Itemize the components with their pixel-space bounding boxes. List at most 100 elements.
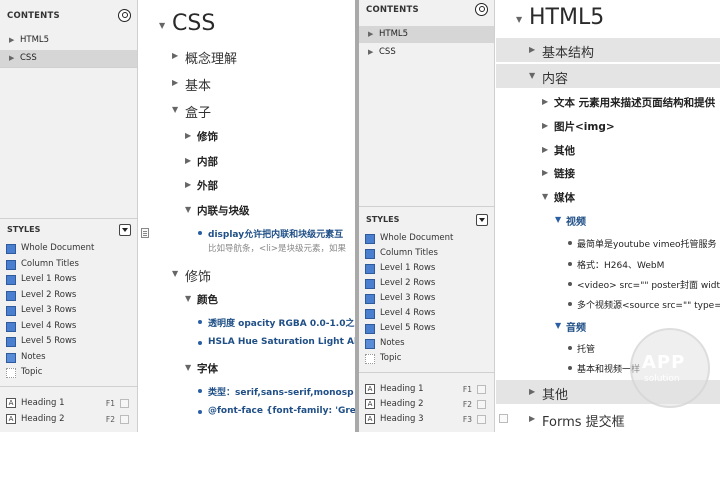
format-checkbox[interactable]: [120, 415, 129, 424]
row-checkbox[interactable]: [499, 414, 508, 423]
outline-row[interactable]: 类型：serif,sans-serif,monosp: [139, 383, 355, 399]
style-level-4-rows[interactable]: Level 4 Rows: [359, 306, 494, 321]
collapsed-triangle-icon[interactable]: ▶: [542, 168, 548, 177]
document-title-row[interactable]: ▼ HTML5: [496, 4, 720, 34]
outline-row[interactable]: ▶ 基本: [139, 73, 355, 93]
style-level-2-rows[interactable]: Level 2 Rows: [359, 276, 494, 291]
style-swatch-icon: [6, 368, 16, 378]
style-notes[interactable]: Notes: [0, 350, 137, 365]
collapsed-triangle-icon[interactable]: ▶: [172, 78, 178, 87]
expanded-triangle-icon[interactable]: ▼: [516, 15, 522, 24]
style-column-titles[interactable]: Column Titles: [0, 257, 137, 272]
format-checkbox[interactable]: [477, 415, 486, 424]
disclosure-triangle-icon[interactable]: ▶: [9, 32, 14, 49]
style-level-1-rows[interactable]: Level 1 Rows: [0, 272, 137, 287]
outline-row[interactable]: ▼ 盒子: [139, 100, 355, 120]
expanded-triangle-icon[interactable]: ▼: [185, 205, 191, 214]
style-level-5-rows[interactable]: Level 5 Rows: [0, 334, 137, 349]
expanded-triangle-icon[interactable]: ▼: [555, 321, 561, 330]
outline-row[interactable]: ▼ 视频: [496, 211, 720, 229]
format-heading-2[interactable]: A Heading 2 F2: [359, 397, 494, 412]
style-whole-document[interactable]: Whole Document: [0, 241, 137, 256]
outline-row[interactable]: ▼ 颜色: [139, 290, 355, 308]
styles-menu-button[interactable]: [476, 214, 488, 226]
outline-row[interactable]: 透明度 opacity RGBA 0.0-1.0之: [139, 314, 355, 330]
styles-menu-button[interactable]: [119, 224, 131, 236]
outline-row[interactable]: ▼ 媒体: [496, 188, 720, 206]
collapsed-triangle-icon[interactable]: ▶: [529, 414, 535, 423]
style-swatch-icon: [6, 244, 16, 254]
expanded-triangle-icon[interactable]: ▼: [542, 192, 548, 201]
expanded-triangle-icon[interactable]: ▼: [172, 269, 178, 278]
doc-item-html5[interactable]: ▶ HTML5: [0, 32, 137, 49]
outline-row[interactable]: ▶ 外部: [139, 176, 355, 194]
collapsed-triangle-icon[interactable]: ▶: [185, 180, 191, 189]
document-title-row[interactable]: ▼ CSS: [139, 10, 355, 40]
style-level-3-rows[interactable]: Level 3 Rows: [0, 303, 137, 318]
format-heading-1[interactable]: A Heading 1 F1: [359, 382, 494, 397]
disclosure-triangle-icon[interactable]: ▶: [9, 50, 14, 67]
expanded-triangle-icon[interactable]: ▼: [185, 363, 191, 372]
outline-row[interactable]: 多个视频源<source src="" type=视: [496, 296, 720, 312]
style-topic[interactable]: Topic: [359, 351, 494, 366]
collapsed-triangle-icon[interactable]: ▶: [185, 156, 191, 165]
outline-row[interactable]: ▼ 内容: [496, 64, 720, 88]
outline-row[interactable]: 格式：H264、WebM: [496, 256, 720, 272]
outline-row[interactable]: ▶ 修饰: [139, 127, 355, 145]
outline-row[interactable]: @font-face {font-family: 'Great: [139, 404, 355, 420]
outline-row[interactable]: HSLA Hue Saturation Light Alp: [139, 335, 355, 351]
collapsed-triangle-icon[interactable]: ▶: [529, 45, 535, 54]
outline-row[interactable]: ▶ 基本结构: [496, 38, 720, 62]
style-column-titles[interactable]: Column Titles: [359, 246, 494, 261]
outline-row[interactable]: display允许把内联和块级元素互: [139, 225, 355, 241]
outline-row[interactable]: ▶ 图片<img>: [496, 117, 720, 135]
search-icon[interactable]: [118, 9, 131, 22]
expanded-triangle-icon[interactable]: ▼: [185, 294, 191, 303]
collapsed-triangle-icon[interactable]: ▶: [542, 145, 548, 154]
search-icon[interactable]: [475, 3, 488, 16]
outline-row[interactable]: ▼ 字体: [139, 359, 355, 377]
disclosure-triangle-icon[interactable]: ▶: [368, 44, 373, 61]
format-heading-3[interactable]: A Heading 3 F3: [359, 412, 494, 427]
expanded-triangle-icon[interactable]: ▼: [555, 215, 561, 224]
style-level-5-rows[interactable]: Level 5 Rows: [359, 321, 494, 336]
expanded-triangle-icon[interactable]: ▼: [172, 105, 178, 114]
expanded-triangle-icon[interactable]: ▼: [529, 71, 535, 80]
doc-item-css[interactable]: ▶ CSS: [359, 44, 494, 61]
style-level-4-rows[interactable]: Level 4 Rows: [0, 319, 137, 334]
outline-row[interactable]: ▼ 修饰: [139, 264, 355, 284]
style-level-2-rows[interactable]: Level 2 Rows: [0, 288, 137, 303]
collapsed-triangle-icon[interactable]: ▶: [542, 97, 548, 106]
expanded-triangle-icon[interactable]: ▼: [159, 21, 165, 30]
outline-note-row[interactable]: 比如导航条，<li>是块级元素，如果: [139, 241, 355, 255]
style-topic[interactable]: Topic: [0, 365, 137, 380]
outline-row[interactable]: 最简单是youtube vimeo托管服务: [496, 235, 720, 251]
outline-row[interactable]: ▶ 概念理解: [139, 46, 355, 66]
collapsed-triangle-icon[interactable]: ▶: [185, 131, 191, 140]
doc-item-css[interactable]: ▶ CSS: [0, 50, 137, 67]
style-level-1-rows[interactable]: Level 1 Rows: [359, 261, 494, 276]
format-checkbox[interactable]: [477, 385, 486, 394]
style-level-3-rows[interactable]: Level 3 Rows: [359, 291, 494, 306]
note-icon[interactable]: [141, 228, 149, 238]
outline-row[interactable]: ▶ 文本 元素用来描述页面结构和提供: [496, 93, 720, 111]
outline-row[interactable]: ▶ 链接: [496, 164, 720, 182]
collapsed-triangle-icon[interactable]: ▶: [529, 387, 535, 396]
outline-row[interactable]: ▶ 内部: [139, 152, 355, 170]
outline-row[interactable]: ▶ 其他: [496, 141, 720, 159]
style-notes[interactable]: Notes: [359, 336, 494, 351]
doc-item-html5[interactable]: ▶ HTML5: [359, 26, 494, 43]
format-heading-1[interactable]: A Heading 1 F1: [0, 396, 137, 411]
format-checkbox[interactable]: [477, 400, 486, 409]
format-heading-2[interactable]: A Heading 2 F2: [0, 412, 137, 427]
outline-row[interactable]: ▼ 内联与块级: [139, 201, 355, 219]
collapsed-triangle-icon[interactable]: ▶: [172, 51, 178, 60]
style-whole-document[interactable]: Whole Document: [359, 231, 494, 246]
outline-row[interactable]: <video> src="" poster封面 width, h: [496, 276, 720, 292]
outline-row[interactable]: ▶ Forms 提交框: [496, 407, 720, 431]
left-outline-editor[interactable]: ▼ CSS ▶ 概念理解 ▶ 基本 ▼ 盒子 ▶ 修饰 ▶ 内部 ▶ 外部 ▼ 内联与块级 d…: [139, 0, 355, 432]
collapsed-triangle-icon[interactable]: ▶: [542, 121, 548, 130]
disclosure-triangle-icon[interactable]: ▶: [368, 26, 373, 43]
style-swatch-icon: [365, 294, 375, 304]
format-checkbox[interactable]: [120, 399, 129, 408]
